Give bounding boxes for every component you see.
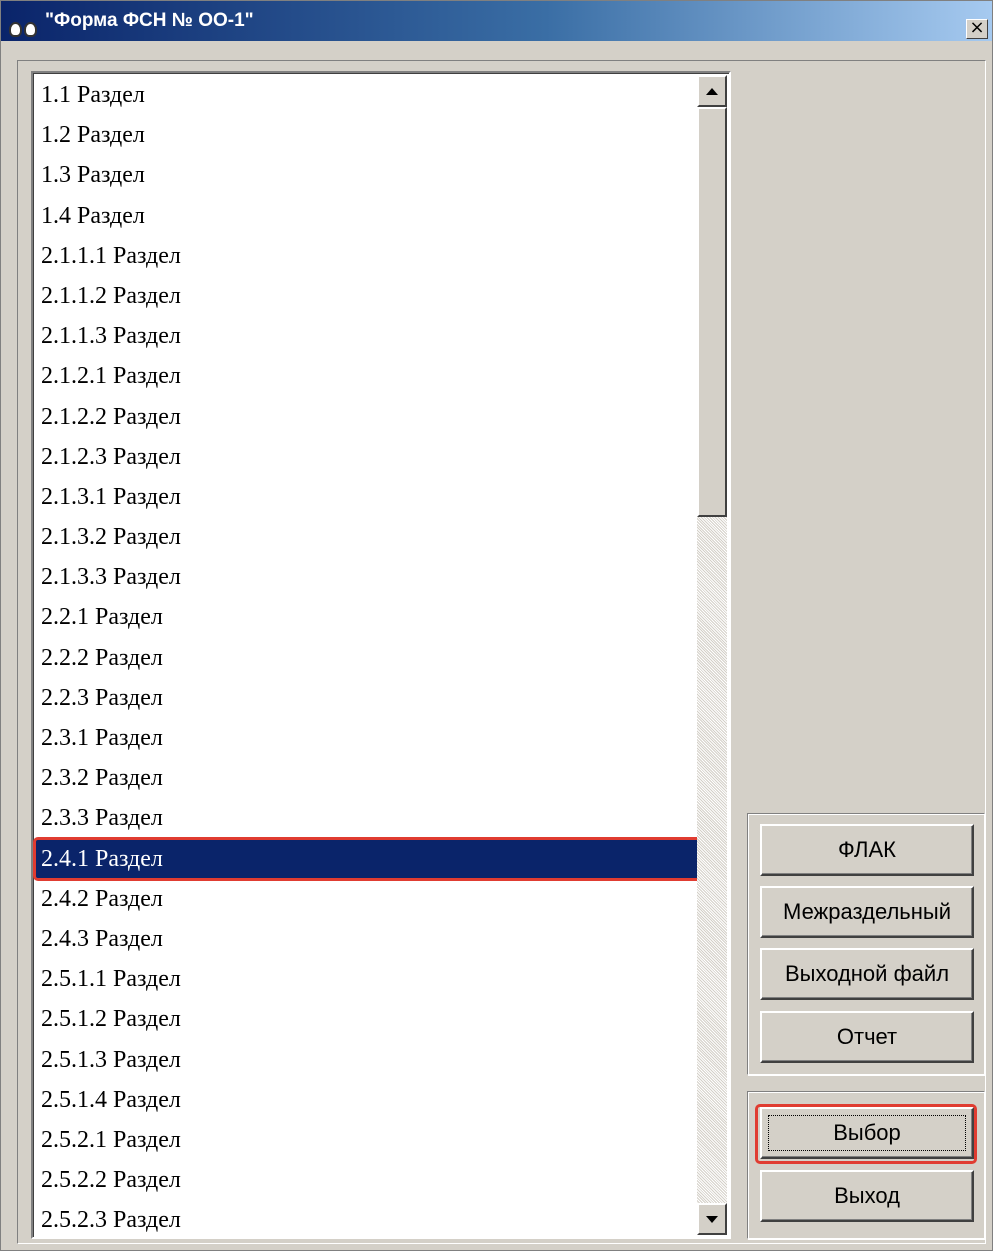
scrollbar-thumb[interactable] [697, 107, 727, 517]
list-item[interactable]: 2.5.1.1 Раздел [35, 959, 701, 999]
list-item[interactable]: 2.1.1.3 Раздел [35, 316, 701, 356]
list-item[interactable]: 2.3.2 Раздел [35, 758, 701, 798]
vertical-scrollbar[interactable] [697, 75, 727, 1235]
mezhrazdelny-button[interactable]: Межраздельный [760, 886, 974, 938]
report-button[interactable]: Отчет [760, 1011, 974, 1063]
list-item[interactable]: 2.3.1 Раздел [35, 718, 701, 758]
list-item[interactable]: 1.4 Раздел [35, 196, 701, 236]
list-item[interactable]: 2.2.1 Раздел [35, 597, 701, 637]
list-item[interactable]: 2.2.2 Раздел [35, 638, 701, 678]
focus-rectangle [768, 1115, 966, 1151]
list-item[interactable]: 2.1.2.1 Раздел [35, 356, 701, 396]
exit-button-label: Выход [834, 1183, 900, 1208]
list-item[interactable]: 2.5.1.2 Раздел [35, 999, 701, 1039]
dialog-window: "Форма ФСН № ОО-1" × 1.1 Раздел 1.2 Разде… [0, 0, 993, 1251]
list-item[interactable]: 1.3 Раздел [35, 155, 701, 195]
flak-button[interactable]: ФЛАК [760, 824, 974, 876]
list-item[interactable]: 2.1.1.2 Раздел [35, 276, 701, 316]
list-item[interactable]: 2.1.2.3 Раздел [35, 437, 701, 477]
close-icon[interactable]: × [966, 19, 988, 39]
list-item[interactable]: 2.1.3.2 Раздел [35, 517, 701, 557]
list-item[interactable]: 1.1 Раздел [35, 75, 701, 115]
list-item[interactable]: 2.1.3.1 Раздел [35, 477, 701, 517]
list-item[interactable]: 2.2.3 Раздел [35, 678, 701, 718]
list-item[interactable]: 2.1.2.2 Раздел [35, 397, 701, 437]
flak-button-label: ФЛАК [838, 837, 896, 862]
title-bar[interactable]: "Форма ФСН № ОО-1" × [1, 1, 992, 41]
select-button-label: Выбор [833, 1120, 901, 1145]
arrow-down-icon [706, 1215, 718, 1223]
list-item[interactable]: 2.1.1.1 Раздел [35, 236, 701, 276]
list-item[interactable]: 2.5.2.3 Раздел [35, 1200, 701, 1237]
window-title: "Форма ФСН № ОО-1" [45, 10, 254, 31]
select-button[interactable]: Выбор [755, 1104, 977, 1164]
list-item[interactable]: 2.4.2 Раздел [35, 879, 701, 919]
list-item[interactable]: 2.5.1.3 Раздел [35, 1040, 701, 1080]
app-icon [9, 17, 37, 37]
list-item[interactable]: 2.5.1.4 Раздел [35, 1080, 701, 1120]
list-item[interactable]: 1.2 Раздел [35, 115, 701, 155]
scroll-down-button[interactable] [697, 1203, 727, 1235]
list-item[interactable]: 2.5.2.1 Раздел [35, 1120, 701, 1160]
exit-button[interactable]: Выход [760, 1170, 974, 1222]
scroll-up-button[interactable] [697, 75, 727, 107]
output-file-button[interactable]: Выходной файл [760, 948, 974, 1000]
section-listbox[interactable]: 1.1 Раздел 1.2 Раздел 1.3 Раздел 1.4 Раздел… [31, 71, 731, 1239]
mezhrazdelny-button-label: Межраздельный [783, 899, 951, 924]
output-file-button-label: Выходной файл [784, 961, 950, 986]
arrow-up-icon [706, 87, 718, 95]
list-item[interactable]: 2.4.3 Раздел [35, 919, 701, 959]
list-item[interactable]: 2.5.2.2 Раздел [35, 1160, 701, 1200]
list-item[interactable]: 2.3.3 Раздел [35, 798, 701, 838]
list-item[interactable]: 2.4.1 Раздел [33, 836, 703, 881]
list-item[interactable]: 2.1.3.3 Раздел [35, 557, 701, 597]
report-button-label: Отчет [836, 1024, 898, 1049]
section-list-items: 1.1 Раздел 1.2 Раздел 1.3 Раздел 1.4 Раздел… [33, 75, 703, 1237]
